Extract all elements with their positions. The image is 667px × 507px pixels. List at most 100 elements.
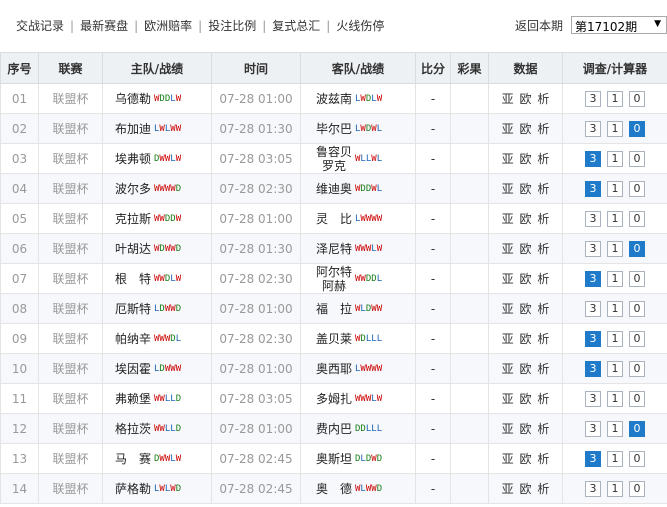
away-team-link[interactable]: 维迪奥 [313, 182, 355, 196]
calc-option-2[interactable]: 0 [629, 90, 645, 107]
euro-odds-link[interactable]: 欧 [519, 92, 531, 106]
home-team-link[interactable]: 弗赖堡 [112, 392, 154, 406]
analysis-link[interactable]: 析 [537, 452, 549, 466]
calc-option-1[interactable]: 1 [607, 420, 623, 437]
calc-option-1[interactable]: 1 [607, 240, 623, 257]
tab-latest-odds[interactable]: 最新赛盘 [80, 17, 128, 34]
calc-option-1[interactable]: 1 [607, 210, 623, 227]
calc-option-1[interactable]: 1 [607, 180, 623, 197]
calc-option-2[interactable]: 0 [629, 180, 645, 197]
league-link[interactable]: 联盟杯 [38, 173, 103, 204]
league-link[interactable]: 联盟杯 [38, 353, 103, 384]
euro-odds-link[interactable]: 欧 [519, 482, 531, 496]
analysis-link[interactable]: 析 [537, 182, 549, 196]
calc-option-0[interactable]: 3 [585, 300, 601, 317]
calc-option-0[interactable]: 3 [585, 180, 601, 197]
euro-odds-link[interactable]: 欧 [519, 302, 531, 316]
calc-option-2[interactable]: 0 [629, 120, 645, 137]
analysis-link[interactable]: 析 [537, 272, 549, 286]
analysis-link[interactable]: 析 [537, 422, 549, 436]
analysis-link[interactable]: 析 [537, 92, 549, 106]
league-link[interactable]: 联盟杯 [38, 293, 103, 324]
home-team-link[interactable]: 埃弗顿 [112, 152, 154, 166]
calc-option-0[interactable]: 3 [585, 120, 601, 137]
home-team-link[interactable]: 厄斯特 [112, 302, 154, 316]
calc-option-1[interactable]: 1 [607, 150, 623, 167]
away-team-link[interactable]: 灵 比 [313, 212, 355, 226]
asian-odds-link[interactable]: 亚 [502, 92, 514, 106]
asian-odds-link[interactable]: 亚 [502, 452, 514, 466]
return-current-period-link[interactable]: 返回本期 [515, 17, 563, 34]
euro-odds-link[interactable]: 欧 [519, 452, 531, 466]
euro-odds-link[interactable]: 欧 [519, 242, 531, 256]
analysis-link[interactable]: 析 [537, 332, 549, 346]
euro-odds-link[interactable]: 欧 [519, 182, 531, 196]
tab-injuries[interactable]: 火线伤停 [336, 17, 384, 34]
calc-option-1[interactable]: 1 [607, 90, 623, 107]
calc-option-1[interactable]: 1 [607, 270, 623, 287]
away-team-link[interactable]: 奥斯坦 [313, 452, 355, 466]
analysis-link[interactable]: 析 [537, 392, 549, 406]
league-link[interactable]: 联盟杯 [38, 143, 103, 174]
league-link[interactable]: 联盟杯 [38, 83, 103, 114]
asian-odds-link[interactable]: 亚 [502, 482, 514, 496]
asian-odds-link[interactable]: 亚 [502, 422, 514, 436]
league-link[interactable]: 联盟杯 [38, 203, 103, 234]
analysis-link[interactable]: 析 [537, 242, 549, 256]
asian-odds-link[interactable]: 亚 [502, 302, 514, 316]
home-team-link[interactable]: 根 特 [112, 272, 154, 286]
home-team-link[interactable]: 波尔多 [112, 182, 154, 196]
analysis-link[interactable]: 析 [537, 302, 549, 316]
tab-match-history[interactable]: 交战记录 [16, 17, 64, 34]
asian-odds-link[interactable]: 亚 [502, 182, 514, 196]
tab-european-odds[interactable]: 欧洲赔率 [144, 17, 192, 34]
league-link[interactable]: 联盟杯 [38, 233, 103, 264]
away-team-link[interactable]: 波兹南 [313, 92, 355, 106]
calc-option-2[interactable]: 0 [629, 210, 645, 227]
league-link[interactable]: 联盟杯 [38, 473, 103, 504]
euro-odds-link[interactable]: 欧 [519, 272, 531, 286]
away-team-link[interactable]: 阿尔特阿赫 [313, 265, 355, 293]
calc-option-2[interactable]: 0 [629, 300, 645, 317]
calc-option-1[interactable]: 1 [607, 330, 623, 347]
away-team-link[interactable]: 盖贝莱 [313, 332, 355, 346]
calc-option-1[interactable]: 1 [607, 480, 623, 497]
calc-option-0[interactable]: 3 [585, 480, 601, 497]
league-link[interactable]: 联盟杯 [38, 263, 103, 294]
calc-option-1[interactable]: 1 [607, 300, 623, 317]
asian-odds-link[interactable]: 亚 [502, 152, 514, 166]
calc-option-0[interactable]: 3 [585, 270, 601, 287]
analysis-link[interactable]: 析 [537, 362, 549, 376]
asian-odds-link[interactable]: 亚 [502, 272, 514, 286]
home-team-link[interactable]: 布加迪 [112, 122, 154, 136]
calc-option-2[interactable]: 0 [629, 240, 645, 257]
calc-option-2[interactable]: 0 [629, 330, 645, 347]
calc-option-0[interactable]: 3 [585, 150, 601, 167]
calc-option-2[interactable]: 0 [629, 360, 645, 377]
asian-odds-link[interactable]: 亚 [502, 122, 514, 136]
calc-option-2[interactable]: 0 [629, 420, 645, 437]
away-team-link[interactable]: 奥 德 [313, 482, 355, 496]
calc-option-2[interactable]: 0 [629, 390, 645, 407]
calc-option-2[interactable]: 0 [629, 480, 645, 497]
calc-option-0[interactable]: 3 [585, 450, 601, 467]
calc-option-0[interactable]: 3 [585, 390, 601, 407]
asian-odds-link[interactable]: 亚 [502, 212, 514, 226]
calc-option-1[interactable]: 1 [607, 390, 623, 407]
euro-odds-link[interactable]: 欧 [519, 332, 531, 346]
calc-option-0[interactable]: 3 [585, 210, 601, 227]
calc-option-1[interactable]: 1 [607, 120, 623, 137]
calc-option-0[interactable]: 3 [585, 240, 601, 257]
calc-option-0[interactable]: 3 [585, 330, 601, 347]
league-link[interactable]: 联盟杯 [38, 413, 103, 444]
calc-option-1[interactable]: 1 [607, 450, 623, 467]
calc-option-2[interactable]: 0 [629, 270, 645, 287]
calc-option-0[interactable]: 3 [585, 90, 601, 107]
home-team-link[interactable]: 马 赛 [112, 452, 154, 466]
tab-combo-summary[interactable]: 复式总汇 [272, 17, 320, 34]
home-team-link[interactable]: 帕纳辛 [112, 332, 154, 346]
home-team-link[interactable]: 埃因霍 [112, 362, 154, 376]
euro-odds-link[interactable]: 欧 [519, 362, 531, 376]
tab-bet-ratio[interactable]: 投注比例 [208, 17, 256, 34]
asian-odds-link[interactable]: 亚 [502, 392, 514, 406]
